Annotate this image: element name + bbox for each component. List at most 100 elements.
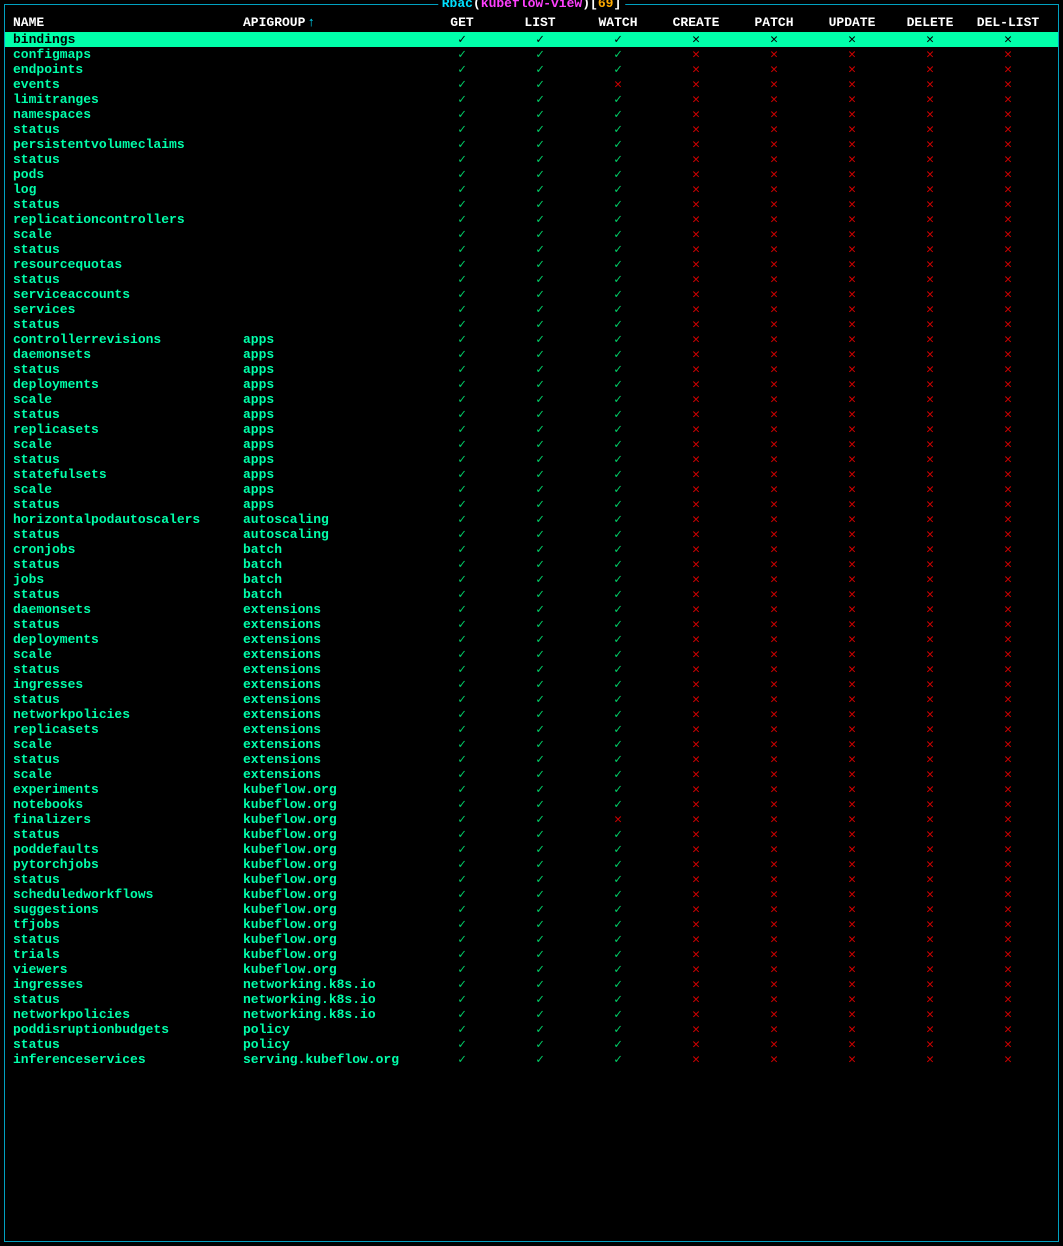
- table-row[interactable]: status✓✓✓✕✕✕✕✕: [5, 152, 1058, 167]
- table-row[interactable]: replicasetsextensions✓✓✓✕✕✕✕✕: [5, 722, 1058, 737]
- table-row[interactable]: events✓✓✕✕✕✕✕✕: [5, 77, 1058, 92]
- table-row[interactable]: scaleapps✓✓✓✕✕✕✕✕: [5, 482, 1058, 497]
- col-watch-header[interactable]: WATCH: [579, 15, 657, 30]
- table-row[interactable]: ingressesnetworking.k8s.io✓✓✓✕✕✕✕✕: [5, 977, 1058, 992]
- table-row[interactable]: scaleapps✓✓✓✕✕✕✕✕: [5, 392, 1058, 407]
- table-row[interactable]: statusapps✓✓✓✕✕✕✕✕: [5, 497, 1058, 512]
- table-row[interactable]: experimentskubeflow.org✓✓✓✕✕✕✕✕: [5, 782, 1058, 797]
- table-row[interactable]: statuskubeflow.org✓✓✓✕✕✕✕✕: [5, 872, 1058, 887]
- table-row[interactable]: tfjobskubeflow.org✓✓✓✕✕✕✕✕: [5, 917, 1058, 932]
- col-get-header[interactable]: GET: [423, 15, 501, 30]
- table-row[interactable]: finalizerskubeflow.org✓✓✕✕✕✕✕✕: [5, 812, 1058, 827]
- col-apigroup-header[interactable]: APIGROUP ↑: [243, 15, 423, 30]
- table-row[interactable]: statuskubeflow.org✓✓✓✕✕✕✕✕: [5, 827, 1058, 842]
- cross-icon: ✕: [969, 302, 1047, 317]
- table-row[interactable]: controllerrevisionsapps✓✓✓✕✕✕✕✕: [5, 332, 1058, 347]
- table-row[interactable]: horizontalpodautoscalersautoscaling✓✓✓✕✕…: [5, 512, 1058, 527]
- table-row[interactable]: statusapps✓✓✓✕✕✕✕✕: [5, 407, 1058, 422]
- table-row[interactable]: log✓✓✓✕✕✕✕✕: [5, 182, 1058, 197]
- table-row[interactable]: poddisruptionbudgetspolicy✓✓✓✕✕✕✕✕: [5, 1022, 1058, 1037]
- cross-icon: ✕: [891, 827, 969, 842]
- col-dellist-header[interactable]: DEL-LIST: [969, 15, 1047, 30]
- table-row[interactable]: pytorchjobskubeflow.org✓✓✓✕✕✕✕✕: [5, 857, 1058, 872]
- table-row[interactable]: statusextensions✓✓✓✕✕✕✕✕: [5, 617, 1058, 632]
- table-row[interactable]: serviceaccounts✓✓✓✕✕✕✕✕: [5, 287, 1058, 302]
- table-row[interactable]: replicationcontrollers✓✓✓✕✕✕✕✕: [5, 212, 1058, 227]
- check-icon: ✓: [579, 977, 657, 992]
- table-row[interactable]: statefulsetsapps✓✓✓✕✕✕✕✕: [5, 467, 1058, 482]
- table-row[interactable]: statusextensions✓✓✓✕✕✕✕✕: [5, 692, 1058, 707]
- table-row[interactable]: statuspolicy✓✓✓✕✕✕✕✕: [5, 1037, 1058, 1052]
- table-row[interactable]: statusextensions✓✓✓✕✕✕✕✕: [5, 752, 1058, 767]
- cell-apigroup: extensions: [243, 737, 423, 752]
- table-row[interactable]: networkpoliciesnetworking.k8s.io✓✓✓✕✕✕✕✕: [5, 1007, 1058, 1022]
- table-row[interactable]: poddefaultskubeflow.org✓✓✓✕✕✕✕✕: [5, 842, 1058, 857]
- table-row[interactable]: deploymentsextensions✓✓✓✕✕✕✕✕: [5, 632, 1058, 647]
- table-row[interactable]: replicasetsapps✓✓✓✕✕✕✕✕: [5, 422, 1058, 437]
- table-row[interactable]: services✓✓✓✕✕✕✕✕: [5, 302, 1058, 317]
- col-name-header[interactable]: NAME: [13, 15, 243, 30]
- table-row[interactable]: scaleextensions✓✓✓✕✕✕✕✕: [5, 767, 1058, 782]
- table-row[interactable]: statusnetworking.k8s.io✓✓✓✕✕✕✕✕: [5, 992, 1058, 1007]
- table-row[interactable]: notebookskubeflow.org✓✓✓✕✕✕✕✕: [5, 797, 1058, 812]
- table-row[interactable]: status✓✓✓✕✕✕✕✕: [5, 272, 1058, 287]
- check-icon: ✓: [423, 377, 501, 392]
- table-row[interactable]: viewerskubeflow.org✓✓✓✕✕✕✕✕: [5, 962, 1058, 977]
- table-row[interactable]: status✓✓✓✕✕✕✕✕: [5, 197, 1058, 212]
- table-row[interactable]: limitranges✓✓✓✕✕✕✕✕: [5, 92, 1058, 107]
- cross-icon: ✕: [813, 332, 891, 347]
- table-row[interactable]: scheduledworkflowskubeflow.org✓✓✓✕✕✕✕✕: [5, 887, 1058, 902]
- cross-icon: ✕: [969, 1052, 1047, 1067]
- table-row[interactable]: daemonsetsapps✓✓✓✕✕✕✕✕: [5, 347, 1058, 362]
- table-row[interactable]: trialskubeflow.org✓✓✓✕✕✕✕✕: [5, 947, 1058, 962]
- table-row[interactable]: namespaces✓✓✓✕✕✕✕✕: [5, 107, 1058, 122]
- table-row[interactable]: status✓✓✓✕✕✕✕✕: [5, 122, 1058, 137]
- table-row[interactable]: persistentvolumeclaims✓✓✓✕✕✕✕✕: [5, 137, 1058, 152]
- col-update-header[interactable]: UPDATE: [813, 15, 891, 30]
- check-icon: ✓: [501, 827, 579, 842]
- table-row[interactable]: status✓✓✓✕✕✕✕✕: [5, 317, 1058, 332]
- cell-name: ingresses: [13, 677, 243, 692]
- check-icon: ✓: [501, 737, 579, 752]
- col-delete-header[interactable]: DELETE: [891, 15, 969, 30]
- cross-icon: ✕: [813, 842, 891, 857]
- check-icon: ✓: [579, 947, 657, 962]
- table-row[interactable]: statusautoscaling✓✓✓✕✕✕✕✕: [5, 527, 1058, 542]
- table-row[interactable]: scale✓✓✓✕✕✕✕✕: [5, 227, 1058, 242]
- table-row[interactable]: statusapps✓✓✓✕✕✕✕✕: [5, 362, 1058, 377]
- table-row[interactable]: scaleextensions✓✓✓✕✕✕✕✕: [5, 647, 1058, 662]
- table-row[interactable]: inferenceservicesserving.kubeflow.org✓✓✓…: [5, 1052, 1058, 1067]
- cross-icon: ✕: [735, 692, 813, 707]
- table-row[interactable]: statuskubeflow.org✓✓✓✕✕✕✕✕: [5, 932, 1058, 947]
- col-apigroup-label: APIGROUP: [243, 15, 305, 30]
- col-list-header[interactable]: LIST: [501, 15, 579, 30]
- cross-icon: ✕: [969, 287, 1047, 302]
- table-row[interactable]: endpoints✓✓✓✕✕✕✕✕: [5, 62, 1058, 77]
- col-create-header[interactable]: CREATE: [657, 15, 735, 30]
- table-row[interactable]: ingressesextensions✓✓✓✕✕✕✕✕: [5, 677, 1058, 692]
- table-row[interactable]: networkpoliciesextensions✓✓✓✕✕✕✕✕: [5, 707, 1058, 722]
- table-row[interactable]: status✓✓✓✕✕✕✕✕: [5, 242, 1058, 257]
- cross-icon: ✕: [657, 677, 735, 692]
- table-row[interactable]: daemonsetsextensions✓✓✓✕✕✕✕✕: [5, 602, 1058, 617]
- cross-icon: ✕: [657, 167, 735, 182]
- col-patch-header[interactable]: PATCH: [735, 15, 813, 30]
- table-row[interactable]: jobsbatch✓✓✓✕✕✕✕✕: [5, 572, 1058, 587]
- cross-icon: ✕: [969, 902, 1047, 917]
- cross-icon: ✕: [735, 527, 813, 542]
- table-row[interactable]: deploymentsapps✓✓✓✕✕✕✕✕: [5, 377, 1058, 392]
- table-row[interactable]: resourcequotas✓✓✓✕✕✕✕✕: [5, 257, 1058, 272]
- table-row[interactable]: cronjobsbatch✓✓✓✕✕✕✕✕: [5, 542, 1058, 557]
- table-row[interactable]: suggestionskubeflow.org✓✓✓✕✕✕✕✕: [5, 902, 1058, 917]
- table-row[interactable]: statusapps✓✓✓✕✕✕✕✕: [5, 452, 1058, 467]
- table-row[interactable]: pods✓✓✓✕✕✕✕✕: [5, 167, 1058, 182]
- table-row[interactable]: configmaps✓✓✓✕✕✕✕✕: [5, 47, 1058, 62]
- table-row[interactable]: statusbatch✓✓✓✕✕✕✕✕: [5, 557, 1058, 572]
- check-icon: ✓: [501, 377, 579, 392]
- table-row[interactable]: bindings✓✓✓✕✕✕✕✕: [5, 32, 1058, 47]
- table-row[interactable]: statusextensions✓✓✓✕✕✕✕✕: [5, 662, 1058, 677]
- table-row[interactable]: scaleapps✓✓✓✕✕✕✕✕: [5, 437, 1058, 452]
- cell-apigroup: apps: [243, 392, 423, 407]
- table-row[interactable]: statusbatch✓✓✓✕✕✕✕✕: [5, 587, 1058, 602]
- table-row[interactable]: scaleextensions✓✓✓✕✕✕✕✕: [5, 737, 1058, 752]
